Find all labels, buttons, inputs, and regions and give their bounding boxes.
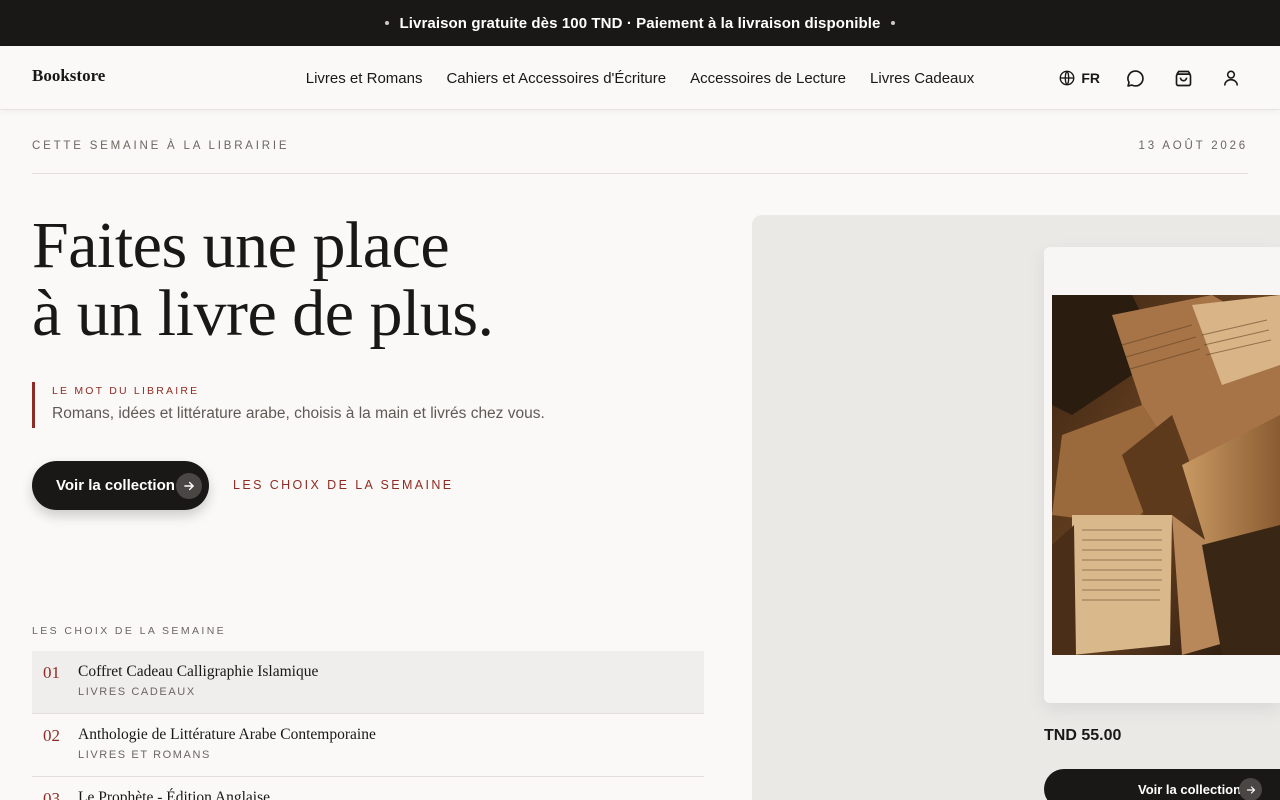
week-label: CETTE SEMAINE À LA LIBRAIRIE xyxy=(32,140,290,152)
account-button[interactable] xyxy=(1218,65,1244,91)
announcement-text: Livraison gratuite dès 100 TND · Paiemen… xyxy=(399,14,881,32)
picks-list: 01 Coffret Cadeau Calligraphie Islamique… xyxy=(32,651,704,800)
nav-item-livres-cadeaux[interactable]: Livres Cadeaux xyxy=(870,70,974,87)
globe-icon xyxy=(1059,70,1075,86)
nav-item-cahiers-accessoires[interactable]: Cahiers et Accessoires d'Écriture xyxy=(446,70,666,87)
view-collection-button[interactable]: Voir la collection xyxy=(32,461,209,510)
product-price: TND 55.00 xyxy=(1044,727,1122,744)
picks-label: LES CHOIX DE LA SEMAINE xyxy=(32,625,227,637)
hero-title-line-2: à un livre de plus. xyxy=(32,277,494,350)
chat-button[interactable] xyxy=(1122,65,1148,91)
hero-title: Faites une place à un livre de plus. xyxy=(32,212,494,348)
nav-item-livres-romans[interactable]: Livres et Romans xyxy=(306,70,423,87)
user-icon xyxy=(1223,70,1239,86)
pick-number: 02 xyxy=(43,726,60,745)
arrow-right-icon xyxy=(1239,778,1262,800)
quote-kicker: LE MOT DU LIBRAIRE xyxy=(52,385,200,397)
list-item[interactable]: 01 Coffret Cadeau Calligraphie Islamique… xyxy=(32,651,704,714)
pick-title: Coffret Cadeau Calligraphie Islamique xyxy=(78,663,319,680)
language-switcher[interactable]: FR xyxy=(1058,69,1100,87)
quote-text: Romans, idées et littérature arabe, choi… xyxy=(52,405,545,422)
pick-title: Le Prophète - Édition Anglaise xyxy=(78,789,270,800)
bullet-icon xyxy=(385,21,390,25)
announcement-bar: Livraison gratuite dès 100 TND · Paiemen… xyxy=(0,0,1280,46)
pick-category: LIVRES ET ROMANS xyxy=(78,749,211,761)
site-header: Bookstore Livres et Romans Cahiers et Ac… xyxy=(0,46,1280,110)
pick-category: LIVRES CADEAUX xyxy=(78,686,196,698)
view-collection-label: Voir la collection xyxy=(56,477,175,494)
bullet-icon xyxy=(890,21,895,25)
header-tools: FR xyxy=(1058,46,1244,110)
cart-button[interactable] xyxy=(1170,65,1196,91)
arrow-right-icon xyxy=(176,473,202,499)
featured-view-collection-button[interactable]: Voir la collection xyxy=(1044,769,1280,800)
pick-number: 01 xyxy=(43,663,60,682)
language-label: FR xyxy=(1081,70,1100,86)
featured-view-collection-label: Voir la collection xyxy=(1138,782,1242,797)
list-item[interactable]: 03 Le Prophète - Édition Anglaise xyxy=(32,777,704,800)
date-label: 13 AOÛT 2026 xyxy=(1138,140,1248,152)
open-books-photo xyxy=(1052,295,1280,655)
featured-product-image[interactable] xyxy=(1052,295,1280,655)
pick-title: Anthologie de Littérature Arabe Contempo… xyxy=(78,726,376,743)
bookseller-quote: LE MOT DU LIBRAIRE Romans, idées et litt… xyxy=(32,382,545,428)
brand-logo[interactable]: Bookstore xyxy=(32,66,105,86)
chat-icon xyxy=(1126,69,1144,87)
hero-title-line-1: Faites une place xyxy=(32,209,450,282)
list-item[interactable]: 02 Anthologie de Littérature Arabe Conte… xyxy=(32,714,704,777)
weekly-picks-link[interactable]: LES CHOIX DE LA SEMAINE xyxy=(233,478,454,492)
pick-number: 03 xyxy=(43,789,60,800)
meta-row: CETTE SEMAINE À LA LIBRAIRIE 13 AOÛT 202… xyxy=(32,140,1248,174)
nav-item-accessoires-lecture[interactable]: Accessoires de Lecture xyxy=(690,70,846,87)
shopping-bag-icon xyxy=(1175,70,1191,86)
